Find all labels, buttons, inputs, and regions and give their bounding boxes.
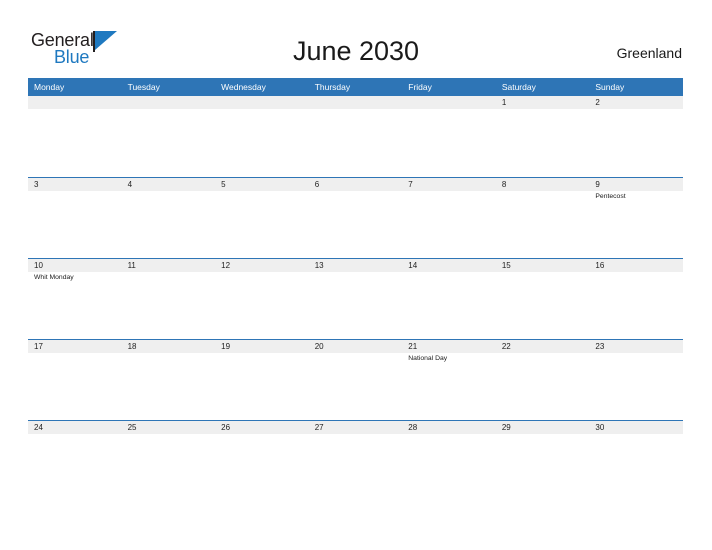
calendar-day-cell[interactable]: 4 — [122, 178, 216, 259]
day-number: 12 — [221, 261, 231, 270]
page-header: General Blue June 2030 Greenland — [0, 0, 712, 78]
calendar-day-cell[interactable]: 26 — [215, 421, 309, 502]
day-number: 1 — [501, 98, 507, 107]
weekday-header-monday: Monday — [34, 82, 65, 92]
calendar-weeks: 1 2 3 4 5 6 7 8 9 Pentecost 10 Whit Monday 11 12 13 14 1… — [28, 96, 683, 501]
calendar-day-cell[interactable]: 29 — [496, 421, 590, 502]
day-number: 20 — [314, 342, 324, 351]
calendar-day-cell[interactable]: 1 — [496, 96, 590, 177]
day-number: 28 — [408, 423, 418, 432]
calendar-day-cell[interactable]: 23 — [589, 340, 683, 421]
day-number: 11 — [127, 261, 136, 270]
day-number: 19 — [221, 342, 231, 351]
calendar-day-cell[interactable]: 21 National Day — [402, 340, 496, 421]
calendar-day-cell[interactable]: 15 — [496, 259, 590, 340]
calendar-page: General Blue June 2030 Greenland Monday T… — [0, 0, 712, 550]
calendar-day-cell[interactable]: 10 Whit Monday — [28, 259, 122, 340]
calendar-week-row: 3 4 5 6 7 8 9 Pentecost — [28, 177, 683, 258]
calendar-grid: Monday Tuesday Wednesday Thursday Friday Satu… — [28, 78, 683, 501]
calendar-day-cell[interactable]: 3 — [28, 178, 122, 259]
day-number: 9 — [595, 180, 600, 189]
day-events: National Day — [408, 354, 494, 364]
holiday-event-label: Whit Monday — [34, 274, 74, 281]
weekday-header-row: Monday Tuesday Wednesday Thursday Friday Satu… — [28, 78, 683, 96]
calendar-day-cell[interactable]: 25 — [122, 421, 216, 502]
calendar-day-cell[interactable]: 27 — [309, 421, 403, 502]
day-number: 17 — [34, 342, 43, 351]
calendar-empty-cell — [28, 96, 122, 177]
calendar-empty-cell — [309, 96, 403, 177]
calendar-day-cell[interactable]: 14 — [402, 259, 496, 340]
calendar-day-cell[interactable]: 30 — [589, 421, 683, 502]
weekday-header-tuesday: Tuesday — [127, 82, 160, 92]
weekday-header-friday: Friday — [408, 82, 432, 92]
calendar-week-row: 17 18 19 20 21 National Day 22 23 — [28, 339, 683, 420]
calendar-empty-cell — [215, 96, 309, 177]
calendar-day-cell[interactable]: 22 — [496, 340, 590, 421]
calendar-day-cell[interactable]: 2 — [589, 96, 683, 177]
day-number: 14 — [408, 261, 418, 270]
calendar-day-cell[interactable]: 19 — [215, 340, 309, 421]
day-number: 7 — [408, 180, 413, 189]
weekday-header-wednesday: Wednesday — [221, 82, 266, 92]
calendar-week-row: 24 25 26 27 28 29 30 — [28, 420, 683, 501]
page-title: June 2030 — [292, 36, 420, 66]
calendar-week-row: 10 Whit Monday 11 12 13 14 15 16 — [28, 258, 683, 339]
holiday-event-label: Pentecost — [595, 193, 626, 200]
calendar-day-cell[interactable]: 16 — [589, 259, 683, 340]
day-number: 5 — [221, 180, 226, 189]
day-number: 2 — [595, 98, 600, 107]
day-number: 13 — [314, 261, 324, 270]
calendar-day-cell[interactable]: 7 — [402, 178, 496, 259]
day-number: 16 — [595, 261, 605, 270]
weekday-header-sunday: Sunday — [595, 82, 625, 92]
calendar-empty-cell — [402, 96, 496, 177]
day-number: 4 — [127, 180, 133, 189]
calendar-day-cell[interactable]: 11 — [122, 259, 216, 340]
calendar-day-cell[interactable]: 5 — [215, 178, 309, 259]
calendar-day-cell[interactable]: 9 Pentecost — [589, 178, 683, 259]
calendar-day-cell[interactable]: 24 — [28, 421, 122, 502]
calendar-week-cells: 17 18 19 20 21 National Day 22 23 — [28, 340, 683, 421]
country-label: Greenland — [616, 45, 682, 61]
day-number: 22 — [501, 342, 511, 351]
calendar-week-cells: 24 25 26 27 28 29 30 — [28, 421, 683, 502]
day-number: 27 — [314, 423, 324, 432]
day-number: 8 — [501, 180, 507, 189]
day-number: 3 — [34, 180, 39, 189]
day-events: Pentecost — [595, 192, 681, 202]
day-events: Whit Monday — [34, 273, 120, 283]
day-number: 24 — [34, 423, 43, 432]
calendar-week-cells: 10 Whit Monday 11 12 13 14 15 16 — [28, 259, 683, 340]
calendar-day-cell[interactable]: 20 — [309, 340, 403, 421]
calendar-day-cell[interactable]: 18 — [122, 340, 216, 421]
day-number: 18 — [127, 342, 137, 351]
calendar-week-cells: 12 — [28, 96, 683, 177]
calendar-day-cell[interactable]: 6 — [309, 178, 403, 259]
calendar-day-cell[interactable]: 13 — [309, 259, 403, 340]
day-number: 23 — [595, 342, 605, 351]
day-number: 6 — [314, 180, 320, 189]
calendar-day-cell[interactable]: 17 — [28, 340, 122, 421]
day-number: 25 — [127, 423, 137, 432]
calendar-week-row: 12 — [28, 96, 683, 177]
day-number: 15 — [501, 261, 511, 270]
calendar-day-cell[interactable]: 8 — [496, 178, 590, 259]
weekday-header-saturday: Saturday — [501, 82, 536, 92]
day-number: 26 — [221, 423, 231, 432]
holiday-event-label: National Day — [408, 355, 448, 362]
calendar-empty-cell — [122, 96, 216, 177]
day-number: 29 — [501, 423, 511, 432]
weekday-header-thursday: Thursday — [314, 82, 351, 92]
calendar-day-cell[interactable]: 12 — [215, 259, 309, 340]
day-number: 21 — [408, 342, 418, 351]
calendar-week-cells: 3 4 5 6 7 8 9 Pentecost — [28, 178, 683, 259]
calendar-day-cell[interactable]: 28 — [402, 421, 496, 502]
day-number: 10 — [34, 261, 43, 270]
day-number: 30 — [595, 423, 605, 432]
